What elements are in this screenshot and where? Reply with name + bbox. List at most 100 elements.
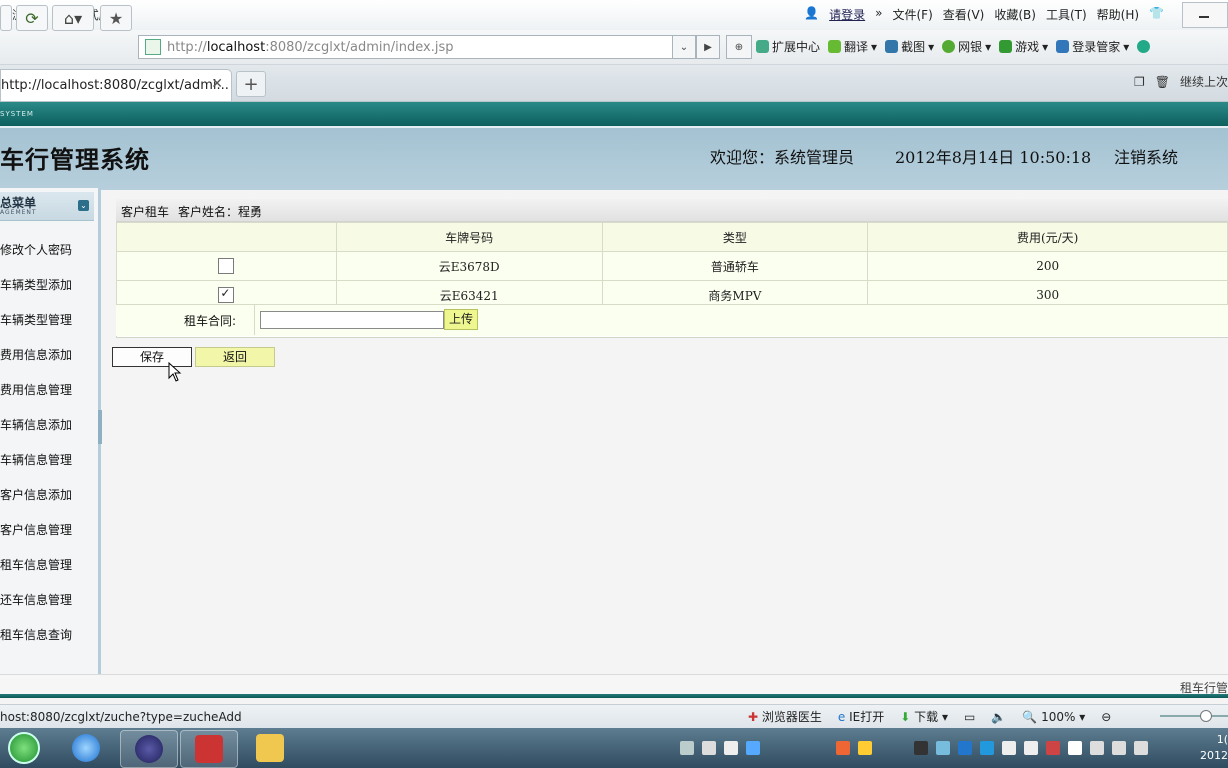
tray-user-icon[interactable] [914, 741, 928, 755]
address-url[interactable]: http://localhost:8080/zcglxt/admin/index… [167, 40, 453, 55]
zoom-slider-knob[interactable] [1200, 710, 1212, 722]
tray-note-icon[interactable] [1002, 741, 1016, 755]
shield-icon[interactable]: ⊕ [726, 35, 752, 59]
zoom-out-icon[interactable]: ⊖ [1101, 710, 1111, 724]
close-tab-icon[interactable]: ✕ [211, 76, 223, 92]
new-tab-button[interactable]: + [236, 71, 266, 97]
taskbar-eclipse[interactable] [120, 730, 178, 768]
keyboard-icon[interactable] [680, 741, 694, 755]
start-button[interactable] [2, 730, 46, 766]
contract-label-cell: 租车合同: [116, 304, 255, 335]
contract-file-input[interactable] [260, 311, 444, 329]
row-select-cell [116, 251, 337, 281]
tray-tools-icon[interactable] [1046, 741, 1060, 755]
sidebar-item-add-vehicle-type[interactable]: 车辆类型添加 [0, 276, 72, 293]
continue-last-button[interactable]: 继续上次 [1180, 73, 1228, 90]
header-strip-text: SYSTEM [0, 110, 34, 118]
back-button[interactable]: 返回 [195, 347, 275, 367]
toolbox-icon [195, 735, 223, 763]
vehicle-table: 车牌号码 类型 费用(元/天) 云E3678D 普通轿车 200 云E63421… [116, 222, 1228, 310]
tray-app-icon[interactable] [746, 741, 760, 755]
skin-icon[interactable]: 👕 [1149, 6, 1164, 23]
games-button[interactable]: 游戏 ▾ [999, 38, 1048, 55]
sidebar-item-query-rental[interactable]: 租车信息查询 [0, 626, 72, 643]
password-manager-button[interactable]: 登录管家 ▾ [1056, 38, 1129, 55]
download-button[interactable]: ⬇ 下载 ▾ [900, 708, 948, 725]
cube-icon [756, 40, 769, 53]
upload-button[interactable]: 上传 [444, 309, 478, 330]
taskbar-ie[interactable] [58, 730, 114, 766]
minimize-button[interactable] [1182, 2, 1228, 28]
tab-bar: http://localhost:8080/zcglxt/admi... ✕ [0, 65, 1228, 102]
tray-tool-icon[interactable] [702, 741, 716, 755]
sidebar-item-manage-vehicle[interactable]: 车辆信息管理 [0, 451, 72, 468]
refresh-icon[interactable]: ⟳ [16, 5, 48, 31]
tray-usb-icon[interactable] [1024, 741, 1038, 755]
sidebar-item-manage-return[interactable]: 还车信息管理 [0, 591, 72, 608]
start-orb-icon [8, 732, 40, 764]
address-dropdown-icon[interactable]: ⌄ [672, 35, 696, 59]
tray-bird-icon[interactable] [936, 741, 950, 755]
address-bar[interactable]: http://localhost:8080/zcglxt/admin/index… [138, 35, 692, 59]
zoom-slider[interactable] [1160, 715, 1228, 717]
email-icon[interactable] [1137, 38, 1151, 55]
star-icon[interactable]: ★ [100, 5, 132, 31]
speaker-icon[interactable]: 🔈 [991, 710, 1006, 724]
sidebar-item-manage-vehicle-type[interactable]: 车辆类型管理 [0, 311, 72, 328]
tray-game-icon[interactable] [836, 741, 850, 755]
menu-favorites[interactable]: 收藏(B) [994, 6, 1036, 23]
logout-link[interactable]: 注销系统 [1114, 144, 1178, 168]
fee-cell: 200 [867, 251, 1228, 281]
screenshot-button[interactable]: 截图 ▾ [885, 38, 934, 55]
sidebar-item-manage-rental[interactable]: 租车信息管理 [0, 556, 72, 573]
flag-icon[interactable] [1068, 741, 1082, 755]
row-checkbox[interactable] [218, 258, 235, 274]
col-fee: 费用(元/天) [867, 222, 1228, 252]
zoom-button[interactable]: 🔍 100% ▾ [1022, 710, 1085, 724]
table-header-row: 车牌号码 类型 费用(元/天) [116, 222, 1228, 252]
sidebar-item-add-fee[interactable]: 费用信息添加 [0, 346, 72, 363]
back-nav-button[interactable] [0, 5, 12, 31]
type-cell: 普通轿车 [601, 251, 869, 281]
restore-window-icon[interactable]: ❐ [1134, 75, 1145, 89]
row-checkbox[interactable] [218, 286, 235, 303]
qq-icon[interactable] [858, 741, 872, 755]
menu-tools[interactable]: 工具(T) [1046, 6, 1087, 23]
user-icon: 👤 [804, 6, 820, 20]
collapse-icon[interactable]: ⌄ [78, 200, 89, 211]
tray-shield-icon[interactable] [958, 741, 972, 755]
browser-doctor-button[interactable]: ✚ 浏览器医生 [748, 708, 822, 725]
volume-icon[interactable] [1134, 741, 1148, 755]
browser-menu: 👤 请登录 » 文件(F) 查看(V) 收藏(B) 工具(T) 帮助(H) 👕 [804, 6, 1164, 23]
table-row: 云E3678D 普通轿车 200 [116, 251, 1228, 281]
sidebar-item-change-password[interactable]: 修改个人密码 [0, 241, 72, 258]
sidebar-item-manage-fee[interactable]: 费用信息管理 [0, 381, 72, 398]
tray-window-icon[interactable] [724, 741, 738, 755]
translate-button[interactable]: 翻译 ▾ [828, 38, 877, 55]
sidebar-item-add-customer[interactable]: 客户信息添加 [0, 486, 72, 503]
taskbar-explorer[interactable] [242, 730, 298, 766]
netbank-button[interactable]: 网银 ▾ [942, 38, 991, 55]
tab-bar-right: ❐ 🗑 继续上次 [1134, 73, 1228, 90]
taskbar-clock[interactable]: 1( 2012 [1200, 732, 1228, 764]
menu-file[interactable]: 文件(F) [892, 6, 932, 23]
network-icon[interactable] [1112, 741, 1126, 755]
tab-active[interactable]: http://localhost:8080/zcglxt/admi... ✕ [0, 69, 232, 101]
sidebar-splitter[interactable] [98, 410, 102, 444]
tray-device-icon[interactable] [1090, 741, 1104, 755]
login-link[interactable]: 请登录 [829, 6, 865, 23]
taskbar-toolbox[interactable] [180, 730, 238, 768]
tray-security-icon[interactable] [980, 741, 994, 755]
tab-title: http://localhost:8080/zcglxt/admi... [1, 78, 229, 93]
menu-view[interactable]: 查看(V) [943, 6, 985, 23]
extensions-button[interactable]: 扩展中心 [756, 38, 820, 55]
trash-icon[interactable]: 🗑 [1155, 75, 1170, 89]
go-icon[interactable]: ▶ [696, 35, 720, 59]
sidebar-item-add-vehicle[interactable]: 车辆信息添加 [0, 416, 72, 433]
window-icon[interactable]: ▭ [964, 710, 975, 724]
page-icon [145, 39, 161, 55]
ie-open-button[interactable]: e IE打开 [838, 708, 884, 725]
home-icon[interactable]: ⌂▾ [52, 5, 94, 31]
menu-help[interactable]: 帮助(H) [1097, 6, 1139, 23]
sidebar-item-manage-customer[interactable]: 客户信息管理 [0, 521, 72, 538]
